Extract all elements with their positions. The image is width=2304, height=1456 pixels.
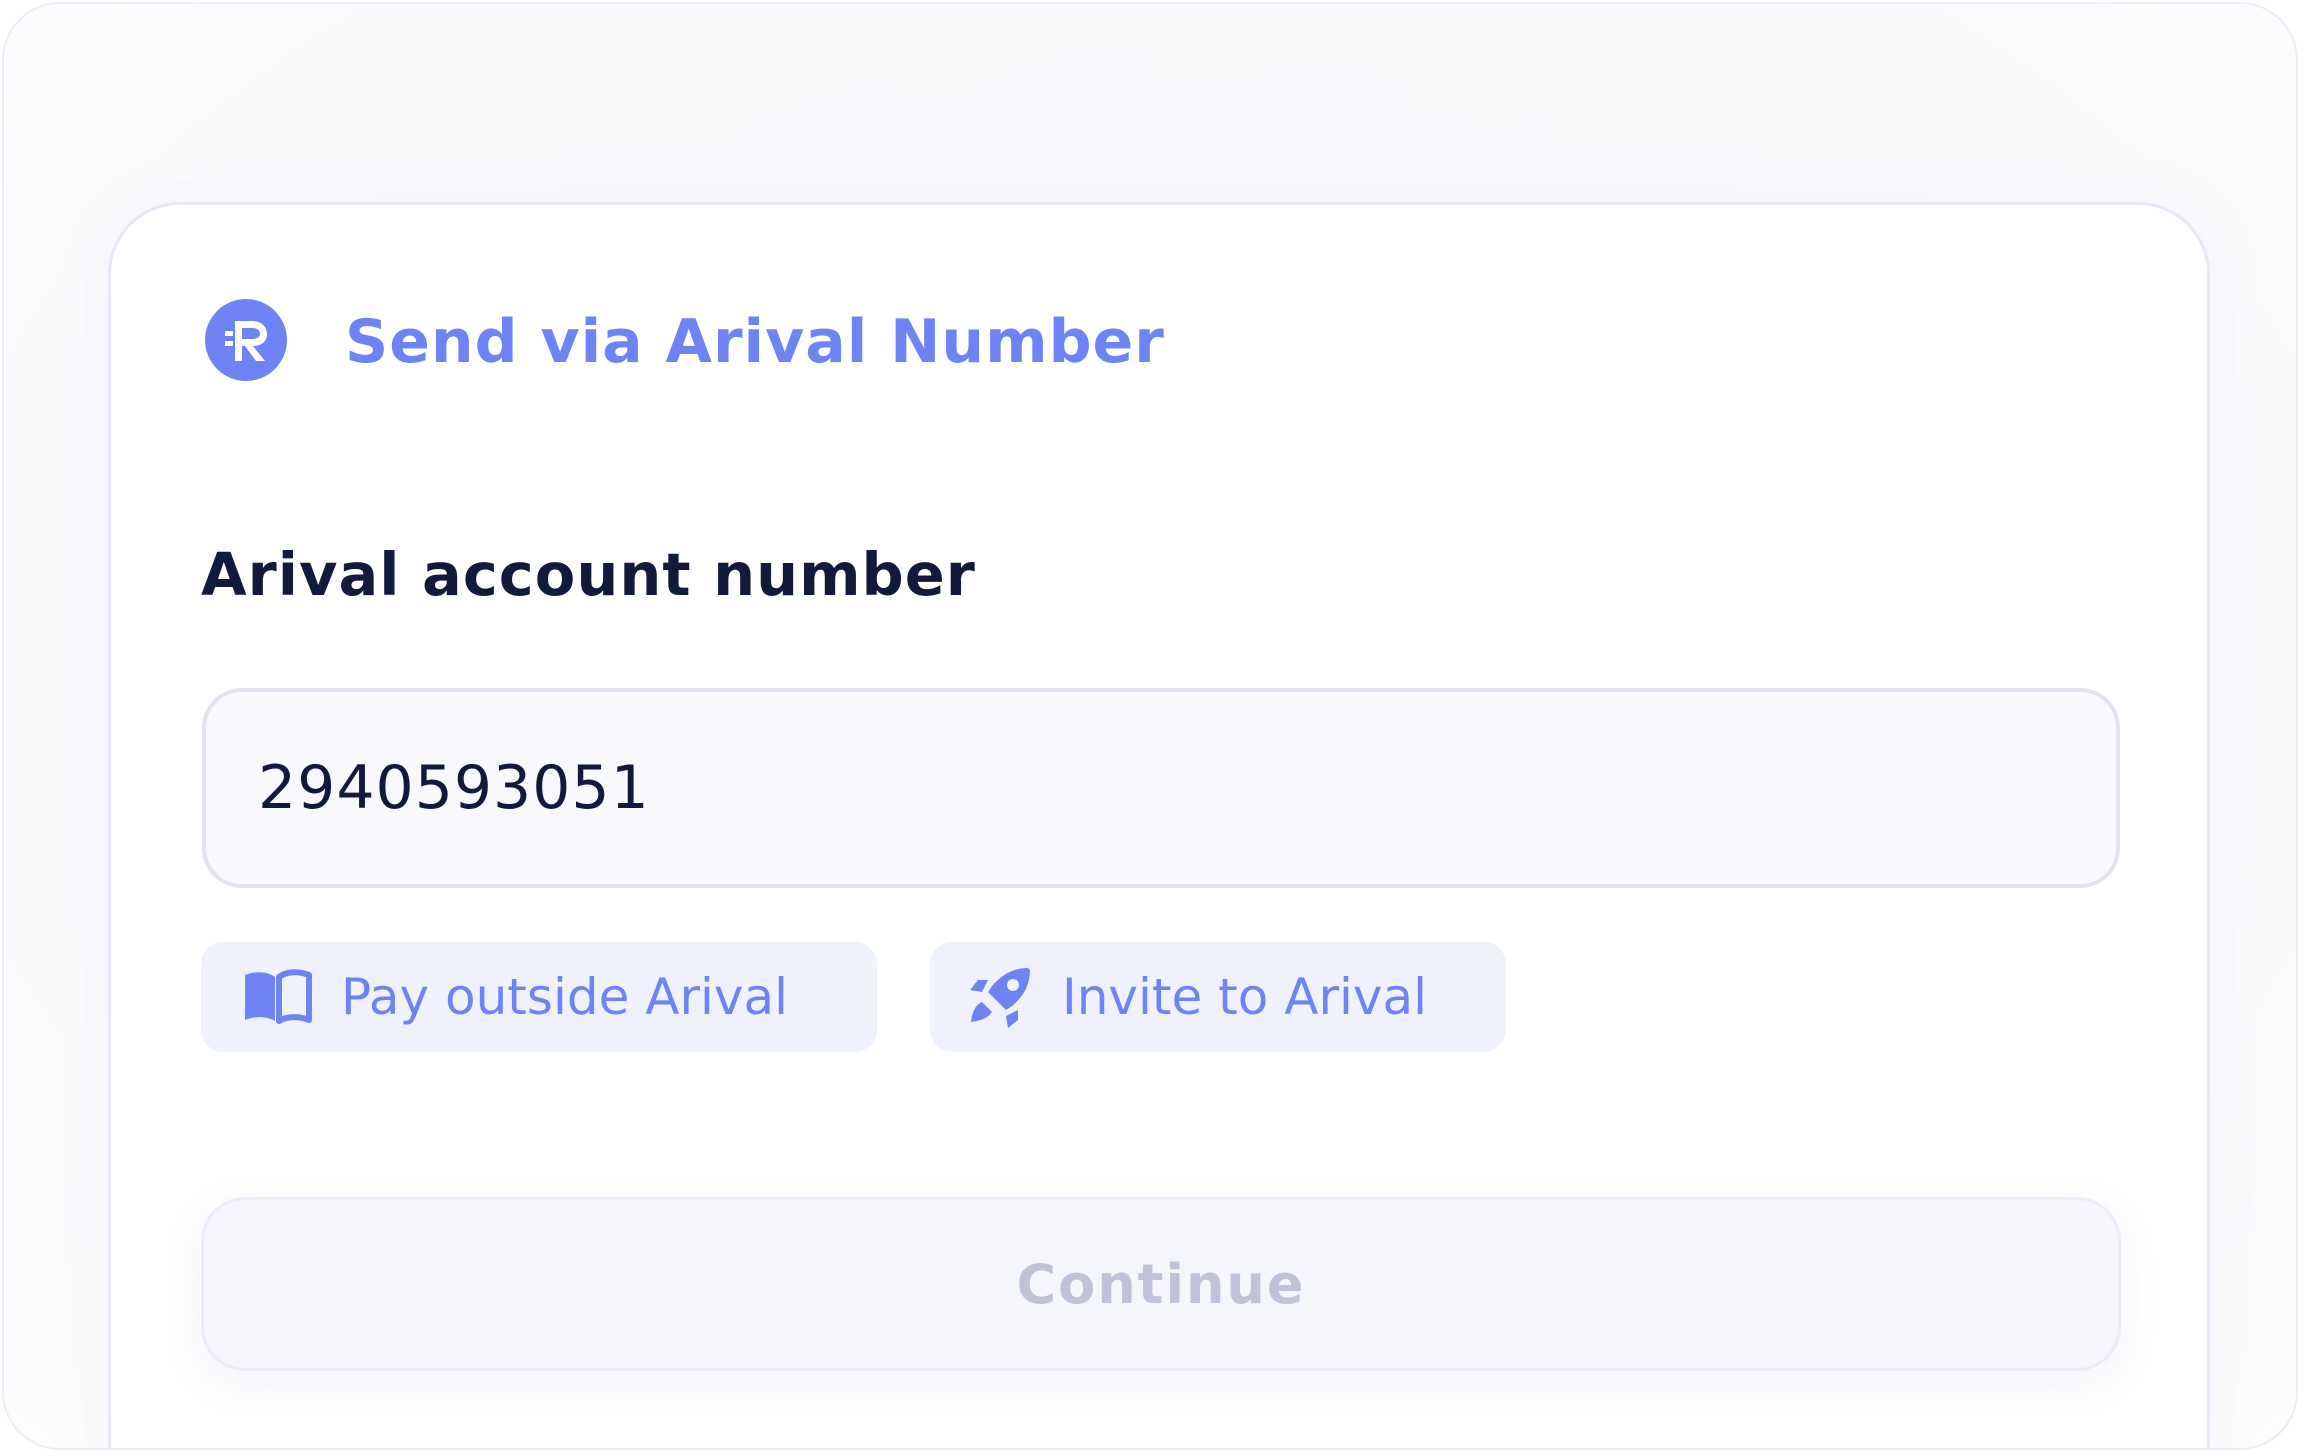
rocket-icon xyxy=(968,966,1034,1028)
pay-outside-arival-label: Pay outside Arival xyxy=(341,968,789,1026)
account-number-label: Arival account number xyxy=(201,540,976,609)
invite-to-arival-label: Invite to Arival xyxy=(1062,968,1428,1026)
account-number-input[interactable] xyxy=(202,688,2120,888)
send-card: Send via Arival Number Arival account nu… xyxy=(108,202,2210,1448)
page-title: Send via Arival Number xyxy=(345,307,1165,377)
arival-logo-icon xyxy=(205,299,287,381)
continue-button[interactable]: Continue xyxy=(201,1197,2121,1371)
invite-to-arival-button[interactable]: Invite to Arival xyxy=(930,942,1506,1052)
app-frame: Send via Arival Number Arival account nu… xyxy=(2,2,2298,1450)
pay-outside-arival-button[interactable]: Pay outside Arival xyxy=(201,942,877,1052)
book-open-icon xyxy=(241,969,313,1025)
